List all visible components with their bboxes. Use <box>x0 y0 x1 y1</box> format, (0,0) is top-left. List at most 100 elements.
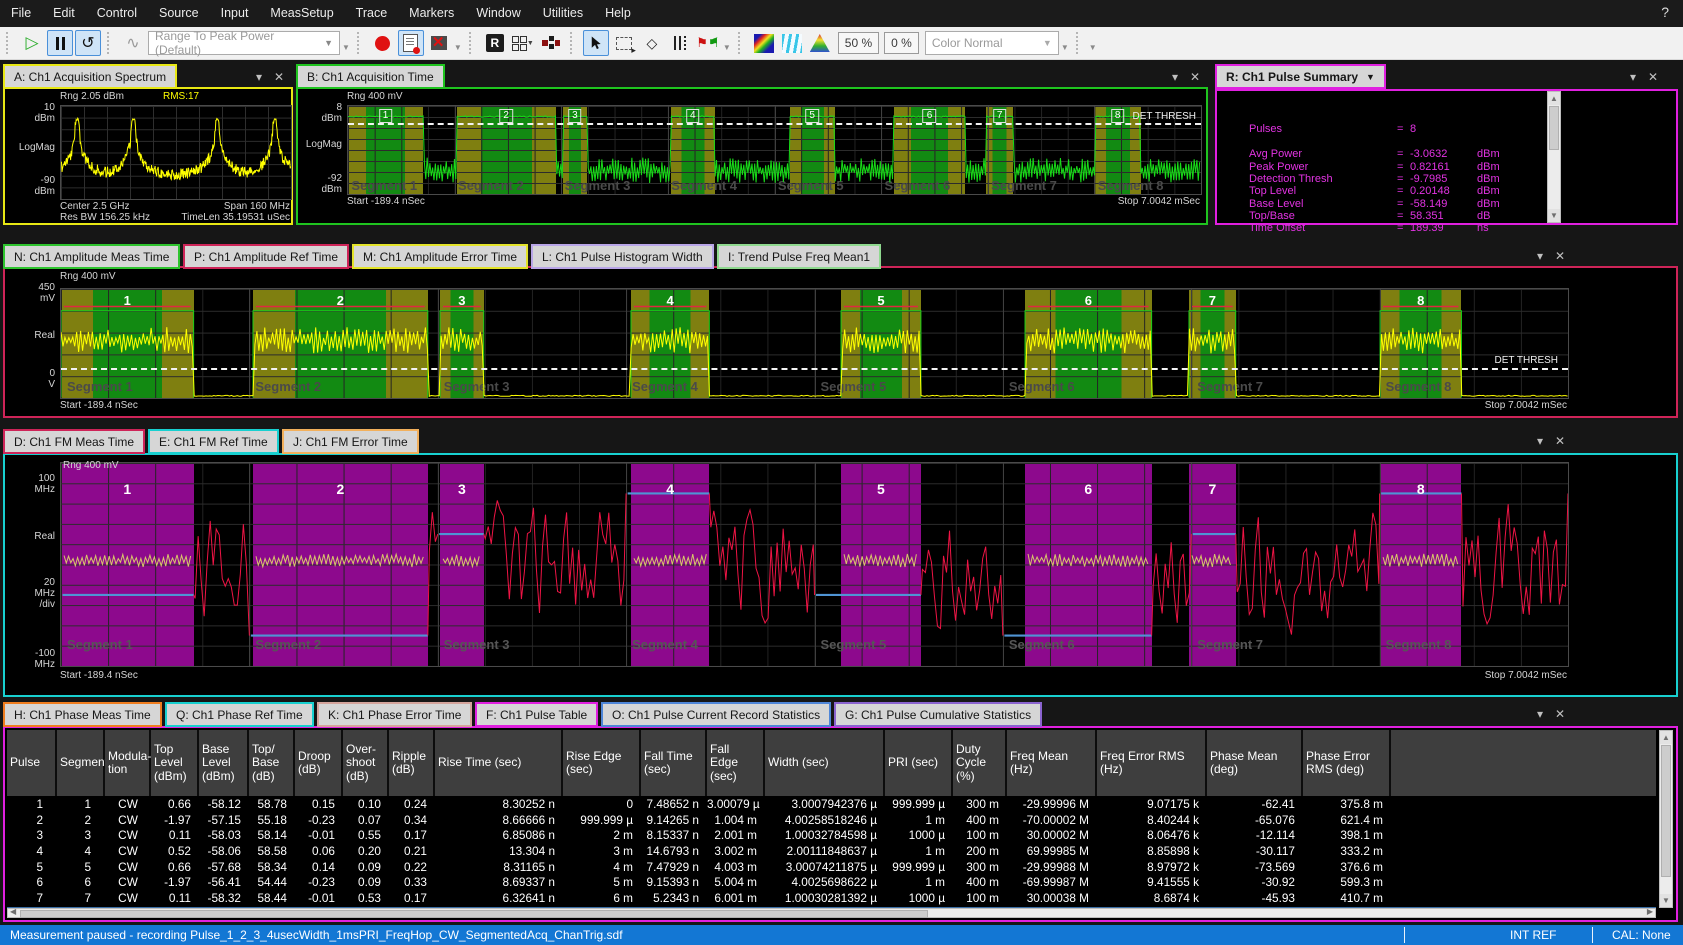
tab-e[interactable]: E: Ch1 FM Ref Time <box>148 429 279 454</box>
scroll-left-icon[interactable]: ◀ <box>10 907 16 916</box>
tab-h[interactable]: H: Ch1 Phase Meas Time <box>3 702 162 727</box>
column-header[interactable]: Duty Cycle (%) <box>953 730 1007 796</box>
zoom-select-tool-button[interactable] <box>611 30 637 56</box>
menu-meassetup[interactable]: MeasSetup <box>259 0 344 27</box>
menu-edit[interactable]: Edit <box>42 0 86 27</box>
menu-file[interactable]: File <box>0 0 42 27</box>
restore-layout-button[interactable]: R <box>482 30 508 56</box>
column-header[interactable]: Fall Edge (sec) <box>707 730 765 796</box>
play-recording-button[interactable] <box>398 30 424 56</box>
acquisition-time-plot[interactable]: DET THRESH 1Segment 12Segment 23Segment … <box>347 105 1202 195</box>
column-header[interactable]: Freq Mean (Hz) <box>1007 730 1097 796</box>
minimize-icon[interactable]: ▾ <box>1172 70 1178 84</box>
scroll-down-icon[interactable]: ▼ <box>1660 894 1672 907</box>
tab-l[interactable]: L: Ch1 Pulse Histogram Width <box>531 244 714 269</box>
range-dropdown[interactable]: Range To Peak Power (Default) ▼ <box>148 31 340 55</box>
zoom-percent-box[interactable]: 50 % <box>838 32 879 54</box>
marker-diamond-button[interactable]: ◇ <box>639 30 665 56</box>
minimize-icon[interactable]: ▾ <box>256 70 262 84</box>
column-header[interactable]: Freq Error RMS (Hz) <box>1097 730 1207 796</box>
column-header[interactable]: Modula-tion <box>105 730 151 796</box>
close-icon[interactable]: ✕ <box>1555 249 1565 263</box>
menu-trace[interactable]: Trace <box>345 0 399 27</box>
tab-j[interactable]: J: Ch1 FM Error Time <box>282 429 419 454</box>
tab-k[interactable]: K: Ch1 Phase Error Time <box>317 702 472 727</box>
menu-source[interactable]: Source <box>148 0 210 27</box>
menu-help[interactable]: Help <box>594 0 642 27</box>
play-button[interactable]: ▷ <box>19 30 45 56</box>
table-row[interactable]: 33CW0.11-58.0358.14-0.010.550.176.85086 … <box>7 827 1656 843</box>
tab-m[interactable]: M: Ch1 Amplitude Error Time <box>352 244 528 269</box>
column-header[interactable]: Over-shoot (dB) <box>343 730 389 796</box>
color-mode-dropdown[interactable]: Color Normal ▼ <box>925 31 1059 55</box>
pointer-tool-button[interactable] <box>583 30 609 56</box>
minimize-icon[interactable]: ▾ <box>1630 70 1636 84</box>
int-ref-indicator[interactable]: INT REF <box>1510 928 1556 942</box>
column-header[interactable]: Droop (dB) <box>295 730 343 796</box>
summary-scrollbar[interactable]: ▲ ▼ <box>1547 91 1561 223</box>
tab-d[interactable]: D: Ch1 FM Meas Time <box>3 429 145 454</box>
record-button[interactable] <box>370 30 396 56</box>
waterfall-button[interactable] <box>779 30 805 56</box>
window-b-tab[interactable]: B: Ch1 Acquisition Time <box>296 64 445 89</box>
arrange-windows-button[interactable] <box>538 30 564 56</box>
marker-flags-button[interactable]: ⚑⚑ <box>695 30 721 56</box>
menu-utilities[interactable]: Utilities <box>532 0 594 27</box>
spectrum-plot[interactable] <box>60 105 292 200</box>
discard-recording-button[interactable] <box>426 30 452 56</box>
colormap-button[interactable] <box>807 30 833 56</box>
close-icon[interactable]: ✕ <box>1555 707 1565 721</box>
restart-button[interactable]: ↺ <box>75 30 101 56</box>
column-header[interactable]: Fall Time (sec) <box>641 730 707 796</box>
spectrogram-button[interactable] <box>751 30 777 56</box>
scroll-down-icon[interactable]: ▼ <box>1548 209 1560 222</box>
column-header[interactable]: Phase Error RMS (deg) <box>1303 730 1391 796</box>
close-icon[interactable]: ✕ <box>1648 70 1658 84</box>
menu-control[interactable]: Control <box>86 0 148 27</box>
column-header[interactable]: PRI (sec) <box>885 730 953 796</box>
column-header[interactable]: Segment <box>57 730 105 796</box>
tab-o[interactable]: O: Ch1 Pulse Current Record Statistics <box>601 702 831 727</box>
overflow-chevron-icon[interactable]: ▼ <box>342 43 350 52</box>
tab-i[interactable]: I: Trend Pulse Freq Mean1 <box>717 244 881 269</box>
table-horizontal-scrollbar[interactable]: ◀ ▶ <box>7 908 1656 918</box>
overflow-chevron-icon[interactable]: ▼ <box>1089 43 1097 52</box>
overflow-chevron-icon[interactable]: ▼ <box>1061 43 1069 52</box>
table-row[interactable]: 22CW-1.97-57.1555.18-0.230.070.348.66666… <box>7 812 1656 828</box>
ref-percent-box[interactable]: 0 % <box>884 32 919 54</box>
tab-n[interactable]: N: Ch1 Amplitude Meas Time <box>3 244 180 269</box>
column-header[interactable]: Top/ Base (dB) <box>249 730 295 796</box>
amplitude-plot[interactable]: DET THRESH 1Segment 12Segment 23Segment … <box>60 288 1569 399</box>
minimize-icon[interactable]: ▾ <box>1537 249 1543 263</box>
tab-q[interactable]: Q: Ch1 Phase Ref Time <box>165 702 314 727</box>
column-header[interactable]: Rise Time (sec) <box>435 730 563 796</box>
column-header[interactable]: Top Level (dBm) <box>151 730 199 796</box>
table-row[interactable]: 77CW0.11-58.3258.44-0.010.530.176.32641 … <box>7 890 1656 906</box>
band-marker-button[interactable] <box>667 30 693 56</box>
table-vertical-scrollbar[interactable]: ▲ ▼ <box>1659 730 1673 908</box>
window-r-tab[interactable]: R: Ch1 Pulse Summary ▼ <box>1215 64 1386 89</box>
tab-g[interactable]: G: Ch1 Pulse Cumulative Statistics <box>834 702 1042 727</box>
column-header[interactable]: Pulse <box>7 730 57 796</box>
table-row[interactable]: 55CW0.66-57.6858.340.140.090.228.31165 n… <box>7 859 1656 875</box>
help-icon[interactable]: ? <box>1661 4 1669 20</box>
pause-button[interactable] <box>47 30 73 56</box>
scroll-right-icon[interactable]: ▶ <box>1647 907 1653 916</box>
table-row[interactable]: 11CW0.66-58.1258.780.150.100.248.30252 n… <box>7 796 1656 812</box>
close-icon[interactable]: ✕ <box>1190 70 1200 84</box>
scrollbar-thumb[interactable] <box>20 910 928 918</box>
scrollbar-thumb[interactable] <box>1549 106 1559 150</box>
column-header[interactable]: Ripple (dB) <box>389 730 435 796</box>
scroll-up-icon[interactable]: ▲ <box>1548 92 1560 105</box>
window-a-tab[interactable]: A: Ch1 Acquisition Spectrum <box>3 64 177 89</box>
menu-window[interactable]: Window <box>465 0 531 27</box>
menu-input[interactable]: Input <box>210 0 260 27</box>
menu-markers[interactable]: Markers <box>398 0 465 27</box>
tab-p[interactable]: P: Ch1 Amplitude Ref Time <box>183 244 349 269</box>
scroll-up-icon[interactable]: ▲ <box>1660 731 1672 744</box>
minimize-icon[interactable]: ▾ <box>1537 434 1543 448</box>
column-header[interactable]: Base Level (dBm) <box>199 730 249 796</box>
close-icon[interactable]: ✕ <box>1555 434 1565 448</box>
minimize-icon[interactable]: ▾ <box>1537 707 1543 721</box>
table-row[interactable]: 44CW0.52-58.0658.580.060.200.2113.304 n3… <box>7 843 1656 859</box>
